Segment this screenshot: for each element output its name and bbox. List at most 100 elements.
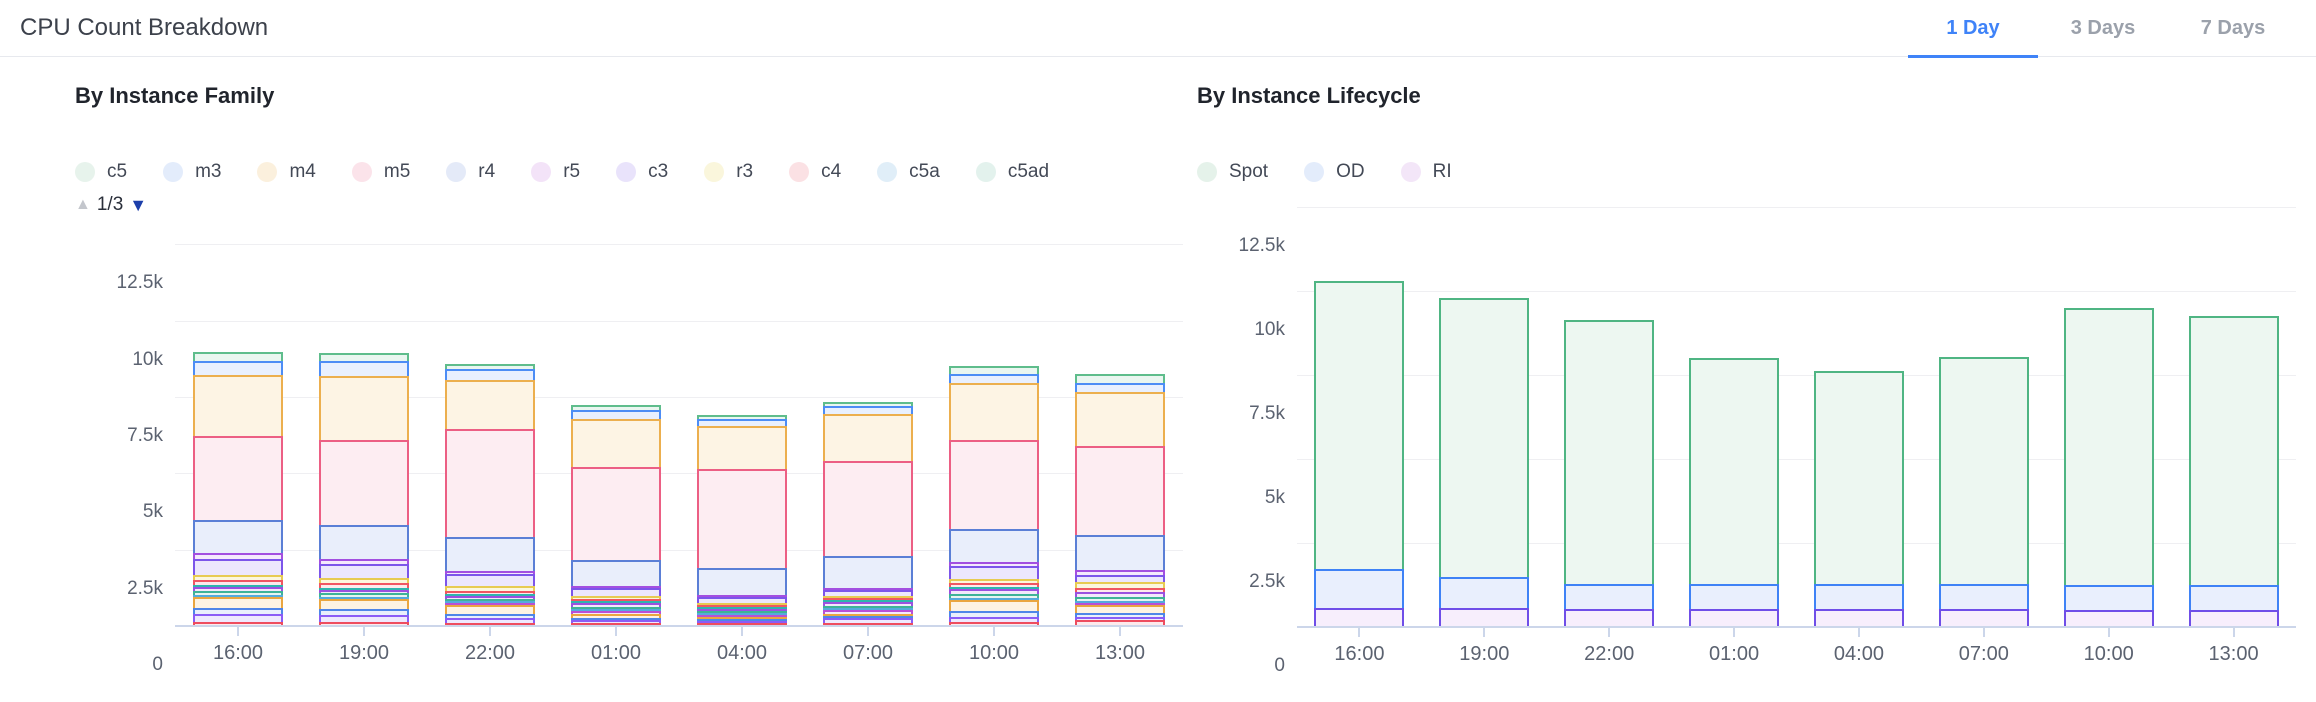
x-axis-label: 04:00 [1834, 643, 1884, 666]
x-slot: 07:00 [1921, 628, 2046, 666]
legend-item-c3[interactable]: c3 [616, 161, 668, 183]
legend-page-up-icon[interactable]: ▲ [75, 196, 91, 214]
axis-tick [1483, 628, 1485, 637]
bar-segment-m5 [949, 440, 1040, 531]
legend-label: r4 [478, 161, 495, 183]
legend-item-od[interactable]: OD [1304, 161, 1365, 183]
legend-item-m4[interactable]: m4 [257, 161, 315, 183]
stacked-bar-16:00 [1314, 188, 1404, 628]
legend-label: m4 [289, 161, 315, 183]
bar-slot [2171, 188, 2296, 628]
bar-segment-m5 [193, 436, 284, 522]
legend-item-r5[interactable]: r5 [531, 161, 580, 183]
bar-slot [931, 227, 1057, 627]
time-range-tabs: 1 Day3 Days7 Days [1908, 1, 2298, 58]
axis-tick [237, 627, 239, 636]
x-axis-label: 07:00 [1959, 643, 2009, 666]
bar-segment-Spot [1939, 357, 2029, 586]
legend-label: r5 [563, 161, 580, 183]
family-legend: c5 m3 m4 m5 r4 r5 c3 r3 c4 c5a c5ad [75, 159, 1183, 185]
lifecycle-plot-area [1297, 188, 2296, 628]
x-axis-label: 22:00 [465, 642, 515, 665]
legend-page-down-icon[interactable]: ▼ [129, 195, 147, 216]
chart-title-family: By Instance Family [75, 83, 1183, 109]
bar-segment-r4 [1075, 535, 1166, 573]
tab-1-day[interactable]: 1 Day [1908, 1, 2038, 58]
legend-dot-icon [976, 162, 996, 182]
x-slot: 22:00 [1547, 628, 1672, 666]
bar-segment-m4 [823, 414, 914, 463]
legend-item-m3[interactable]: m3 [163, 161, 221, 183]
legend-item-c5ad[interactable]: c5ad [976, 161, 1049, 183]
x-slot: 19:00 [1422, 628, 1547, 666]
bar-slot [1921, 188, 2046, 628]
legend-item-r4[interactable]: r4 [446, 161, 495, 183]
legend-label: c3 [648, 161, 668, 183]
legend-label: m5 [384, 161, 410, 183]
y-axis-label: 10k [75, 349, 163, 371]
y-axis-label: 12.5k [1197, 235, 1285, 257]
y-axis-label: 5k [75, 501, 163, 523]
legend-item-c5[interactable]: c5 [75, 161, 127, 183]
stacked-bar-01:00 [571, 227, 662, 627]
y-axis-label: 5k [1197, 487, 1285, 509]
bar-segment-RI [1314, 608, 1404, 628]
bar-segment-OD [1314, 569, 1404, 610]
legend-item-r3[interactable]: r3 [704, 161, 753, 183]
legend-dot-icon [704, 162, 724, 182]
family-x-axis: 16:0019:0022:0001:0004:0007:0010:0013:00 [175, 627, 1183, 665]
y-axis-label: 7.5k [75, 425, 163, 447]
legend-label: c4 [821, 161, 841, 183]
legend-item-spot[interactable]: Spot [1197, 161, 1268, 183]
tab-3-days[interactable]: 3 Days [2038, 1, 2168, 58]
bar-segment-r4 [697, 568, 788, 597]
bar-segment-Spot [2064, 308, 2154, 587]
bar-slot [1547, 188, 1672, 628]
bar-slot [175, 227, 301, 627]
axis-tick [867, 627, 869, 636]
bar-segment-OD [1689, 584, 1779, 611]
bar-segment-OD [1564, 584, 1654, 611]
bars-layer [175, 227, 1183, 627]
legend-label: OD [1336, 161, 1365, 183]
stacked-bar-01:00 [1689, 188, 1779, 628]
x-axis-label: 04:00 [717, 642, 767, 665]
legend-dot-icon [257, 162, 277, 182]
x-axis-label: 10:00 [2084, 643, 2134, 666]
bar-slot [2046, 188, 2171, 628]
y-axis-label: 0 [75, 654, 163, 676]
stacked-bar-07:00 [1939, 188, 2029, 628]
bar-slot [553, 227, 679, 627]
legend-item-m5[interactable]: m5 [352, 161, 410, 183]
x-axis-label: 19:00 [1459, 643, 1509, 666]
bar-slot [1422, 188, 1547, 628]
bar-segment-m5 [319, 440, 410, 527]
lifecycle-chart: 12.5k10k7.5k5k2.5k0 16:0019:0022:0001:00… [1197, 188, 2296, 666]
stacked-bar-22:00 [1564, 188, 1654, 628]
legend-dot-icon [163, 162, 183, 182]
bar-segment-m4 [319, 376, 410, 442]
bar-slot [301, 227, 427, 627]
bar-segment-Spot [1314, 281, 1404, 571]
x-axis-label: 07:00 [843, 642, 893, 665]
instance-lifecycle-chart-panel: By Instance Lifecycle SpotODRI 12.5k10k7… [1197, 57, 2296, 666]
legend-dot-icon [789, 162, 809, 182]
bar-segment-RI [1439, 608, 1529, 628]
tab-7-days[interactable]: 7 Days [2168, 1, 2298, 58]
axis-tick [741, 627, 743, 636]
bar-segment-r4 [319, 525, 410, 561]
bar-segment-r4 [571, 560, 662, 588]
legend-page-indicator: 1/3 [97, 194, 123, 216]
y-axis-label: 10k [1197, 319, 1285, 341]
lifecycle-y-axis: 12.5k10k7.5k5k2.5k0 [1197, 226, 1297, 666]
bar-segment-m5 [697, 469, 788, 570]
x-slot: 16:00 [175, 627, 301, 665]
legend-dot-icon [75, 162, 95, 182]
bar-segment-m4 [193, 375, 284, 438]
legend-item-c5a[interactable]: c5a [877, 161, 940, 183]
bar-segment-m4 [1075, 392, 1166, 448]
bar-segment-m5 [571, 467, 662, 562]
legend-item-ri[interactable]: RI [1401, 161, 1452, 183]
bar-slot [1672, 188, 1797, 628]
legend-item-c4[interactable]: c4 [789, 161, 841, 183]
